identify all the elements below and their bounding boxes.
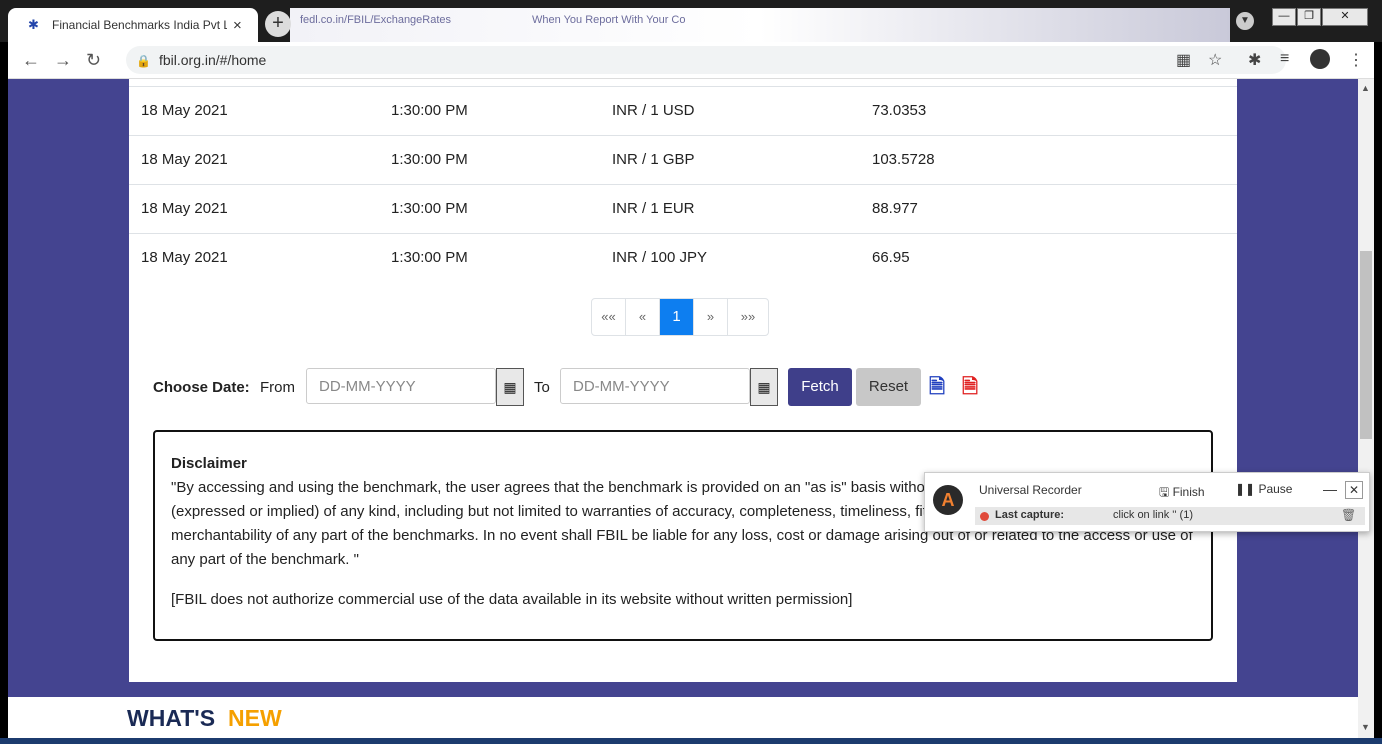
last-capture-value: click on link '' (1) [1113,509,1193,521]
whats-new-heading: WHAT'S [127,705,216,731]
cell-time: 1:30:00 PM [391,102,468,119]
disclaimer-box: Disclaimer "By accessing and using the b… [153,430,1213,641]
recorder-close-icon[interactable]: ✕ [1345,481,1363,499]
close-window-button[interactable]: ✕ [1322,8,1368,26]
cell-rate: 66.95 [872,249,910,266]
recording-dot-icon [980,512,989,521]
profile-avatar[interactable] [1310,49,1330,69]
recorder-title: Universal Recorder [979,483,1082,497]
cell-currency: INR / 1 USD [612,102,695,119]
whats-new-heading-accent: NEW [228,705,282,731]
page-viewport: 18 May 2021 1:30:00 PM INR / 1 USD 73.03… [8,79,1358,744]
table-row: 18 May 2021 1:30:00 PM INR / 1 USD 73.03… [129,87,1237,136]
pause-icon: ❚❚ [1235,482,1259,496]
pause-label: Pause [1258,482,1293,496]
recorder-minimize-icon[interactable]: — [1323,481,1337,497]
last-capture-label: Last capture: [995,509,1065,521]
new-tab-button[interactable]: + [265,11,291,37]
last-capture-bar: Last capture: click on link '' (1) 🗑 [975,507,1365,525]
cell-rate: 73.0353 [872,102,927,119]
pagination: «« « 1 » »» [591,298,769,336]
universal-recorder-widget: A Universal Recorder 🖫 Finish ❚❚ Pause —… [924,472,1370,532]
browser-menu-icon[interactable]: ⋮ [1348,50,1364,70]
page-1-button[interactable]: 1 [660,299,694,335]
reload-icon[interactable]: ↻ [86,50,101,71]
from-label: From [260,379,295,396]
lock-icon[interactable]: 🔒 [136,54,151,68]
os-taskbar [0,738,1382,744]
cell-date: 18 May 2021 [141,200,228,217]
cell-date: 18 May 2021 [141,151,228,168]
rates-card: 18 May 2021 1:30:00 PM INR / 1 USD 73.03… [129,79,1237,682]
pause-button[interactable]: ❚❚ Pause [1235,482,1292,496]
to-date-input[interactable]: DD-MM-YYYY [560,368,750,404]
table-row: 18 May 2021 1:30:00 PM INR / 1 GBP 103.5… [129,136,1237,185]
cell-rate: 88.977 [872,200,918,217]
choose-date-label: Choose Date: [153,379,250,396]
scroll-up-icon[interactable]: ▲ [1361,83,1370,93]
commercial-use-note: [FBIL does not authorize commercial use … [171,591,853,608]
fetch-button[interactable]: Fetch [788,368,852,406]
scrollbar-thumb[interactable] [1360,251,1372,439]
table-row [129,79,1237,87]
whats-new-section: WHAT'S NEW [8,697,1358,744]
apps-icon[interactable]: ▦ [1176,50,1191,70]
background-tab-2[interactable]: When You Report With Your Co [532,14,712,36]
excel-export-icon[interactable]: 🗎 [929,372,945,406]
page-scrollbar[interactable]: ▲ ▼ [1358,79,1374,744]
to-calendar-icon[interactable]: ▦ [750,368,778,406]
pdf-export-icon[interactable]: 🗎 [962,372,978,406]
next-page-button[interactable]: » [694,299,728,335]
cell-time: 1:30:00 PM [391,200,468,217]
cell-time: 1:30:00 PM [391,151,468,168]
finish-label: Finish [1172,485,1205,499]
url-text: fbil.org.in/#/home [158,52,267,68]
extensions-icon[interactable]: ✱ [1248,50,1261,70]
date-filter: Choose Date: From DD-MM-YYYY ▦ To DD-MM-… [129,368,1237,408]
cell-rate: 103.5728 [872,151,935,168]
last-page-button[interactable]: »» [728,299,768,335]
browser-toolbar: ← → ↻ 🔒 fbil.org.in/#/home ▦ ☆ ✱ ≡ ⋮ [8,42,1374,79]
cell-date: 18 May 2021 [141,102,228,119]
fbil-favicon-icon: ✱ [28,17,39,32]
cell-currency: INR / 1 EUR [612,200,695,217]
to-label: To [534,379,550,396]
first-page-button[interactable]: «« [592,299,626,335]
maximize-window-button[interactable]: ❐ [1297,8,1321,26]
close-tab-icon[interactable]: × [233,17,242,34]
from-calendar-icon[interactable]: ▦ [496,368,524,406]
minimize-window-button[interactable]: — [1272,8,1296,26]
table-row: 18 May 2021 1:30:00 PM INR / 1 EUR 88.97… [129,185,1237,234]
scroll-down-icon[interactable]: ▼ [1361,722,1370,732]
forward-icon[interactable]: → [54,50,72,71]
cell-currency: INR / 1 GBP [612,151,695,168]
cell-currency: INR / 100 JPY [612,249,708,266]
tab-search-icon[interactable]: ▼ [1236,12,1254,30]
active-tab-title: Financial Benchmarks India Pvt Lt [52,18,227,32]
background-tab-1[interactable]: fedl.co.in/FBIL/ExchangeRates [300,14,480,36]
cell-time: 1:30:00 PM [391,249,468,266]
save-icon: 🖫 [1159,485,1173,499]
back-icon[interactable]: ← [22,50,40,71]
finish-button[interactable]: 🖫 Finish [1159,483,1205,504]
cell-date: 18 May 2021 [141,249,228,266]
prev-page-button[interactable]: « [626,299,660,335]
address-bar[interactable]: 🔒 fbil.org.in/#/home [126,46,1286,74]
active-tab[interactable]: ✱ Financial Benchmarks India Pvt Lt × [8,8,258,42]
table-row: 18 May 2021 1:30:00 PM INR / 100 JPY 66.… [129,234,1237,282]
recorder-logo-icon: A [933,485,963,515]
from-date-input[interactable]: DD-MM-YYYY [306,368,496,404]
trash-icon[interactable]: 🗑 [1341,508,1356,522]
media-playlist-icon[interactable]: ≡ [1280,50,1289,68]
reset-button[interactable]: Reset [856,368,921,406]
bookmark-star-icon[interactable]: ☆ [1208,50,1222,70]
browser-tab-bar: fedl.co.in/FBIL/ExchangeRates When You R… [0,0,1382,42]
